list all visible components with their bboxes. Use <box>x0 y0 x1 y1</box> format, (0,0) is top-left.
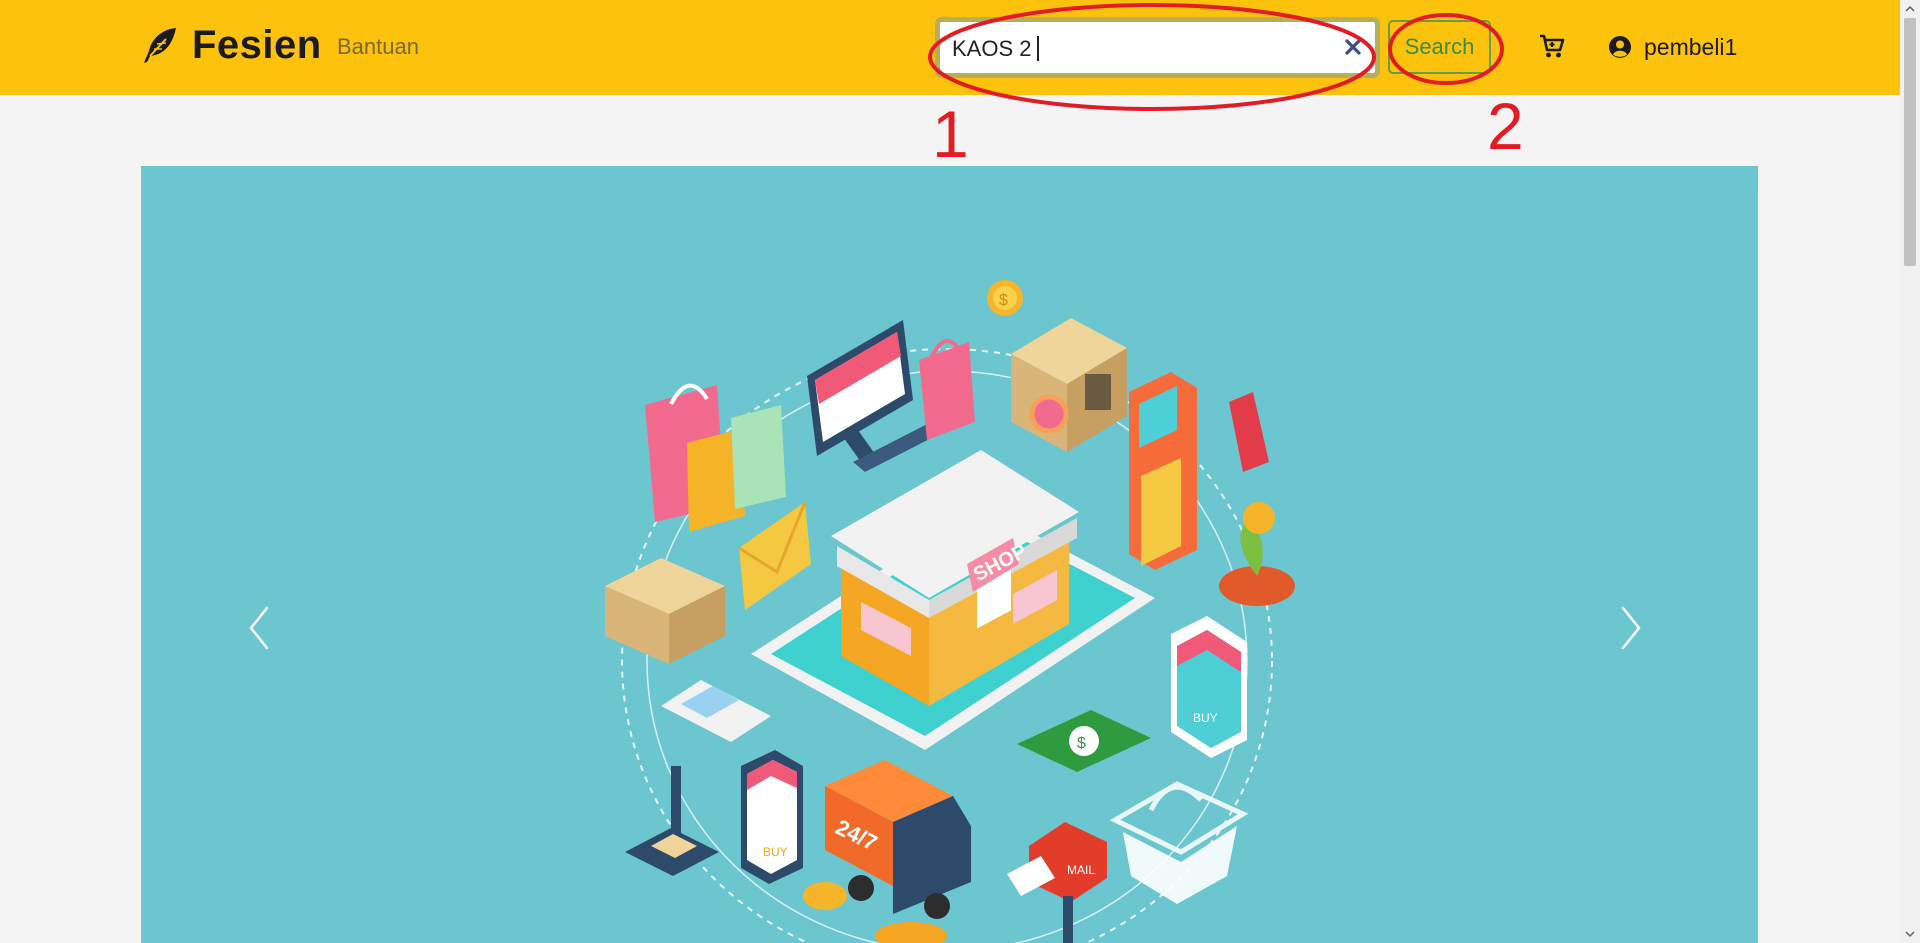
username: pembeli1 <box>1644 33 1738 60</box>
top-navbar: Fesien Bantuan Search pembeli1 <box>0 0 1900 95</box>
search-button[interactable]: Search <box>1388 20 1491 74</box>
annotation-number-1: 1 <box>932 97 969 171</box>
brand-logo[interactable]: Fesien <box>140 20 322 70</box>
search-box[interactable] <box>935 17 1380 78</box>
scroll-up-arrow-icon[interactable] <box>1904 3 1916 15</box>
text-caret <box>1037 36 1039 61</box>
feather-icon <box>144 28 176 63</box>
vertical-scrollbar[interactable] <box>1900 0 1920 943</box>
scroll-down-arrow-icon[interactable] <box>1904 928 1916 940</box>
annotation-number-2: 2 <box>1487 89 1524 163</box>
clear-search-icon[interactable] <box>1340 34 1366 60</box>
user-menu[interactable]: pembeli1 <box>1608 31 1737 63</box>
nav-link-bantuan[interactable]: Bantuan <box>337 34 419 60</box>
user-circle-icon <box>1609 36 1631 58</box>
hero-carousel: $ SHOP $ BUY BUY 24/7 MAIL <box>141 166 1758 943</box>
svg-text:$: $ <box>1077 735 1086 752</box>
svg-text:$: $ <box>999 292 1008 309</box>
tablet-buy-label: BUY <box>1193 711 1218 725</box>
search-input[interactable] <box>950 28 1329 70</box>
chevron-left-icon[interactable] <box>239 598 279 658</box>
brand-name: Fesien <box>192 22 322 67</box>
ecommerce-illustration: $ SHOP $ BUY BUY 24/7 MAIL <box>605 280 1295 943</box>
cart-icon[interactable] <box>1538 32 1566 60</box>
scrollbar-thumb[interactable] <box>1904 18 1916 266</box>
chevron-right-icon[interactable] <box>1611 598 1651 658</box>
mail-label: MAIL <box>1067 863 1095 877</box>
phone-buy-label: BUY <box>763 845 788 859</box>
